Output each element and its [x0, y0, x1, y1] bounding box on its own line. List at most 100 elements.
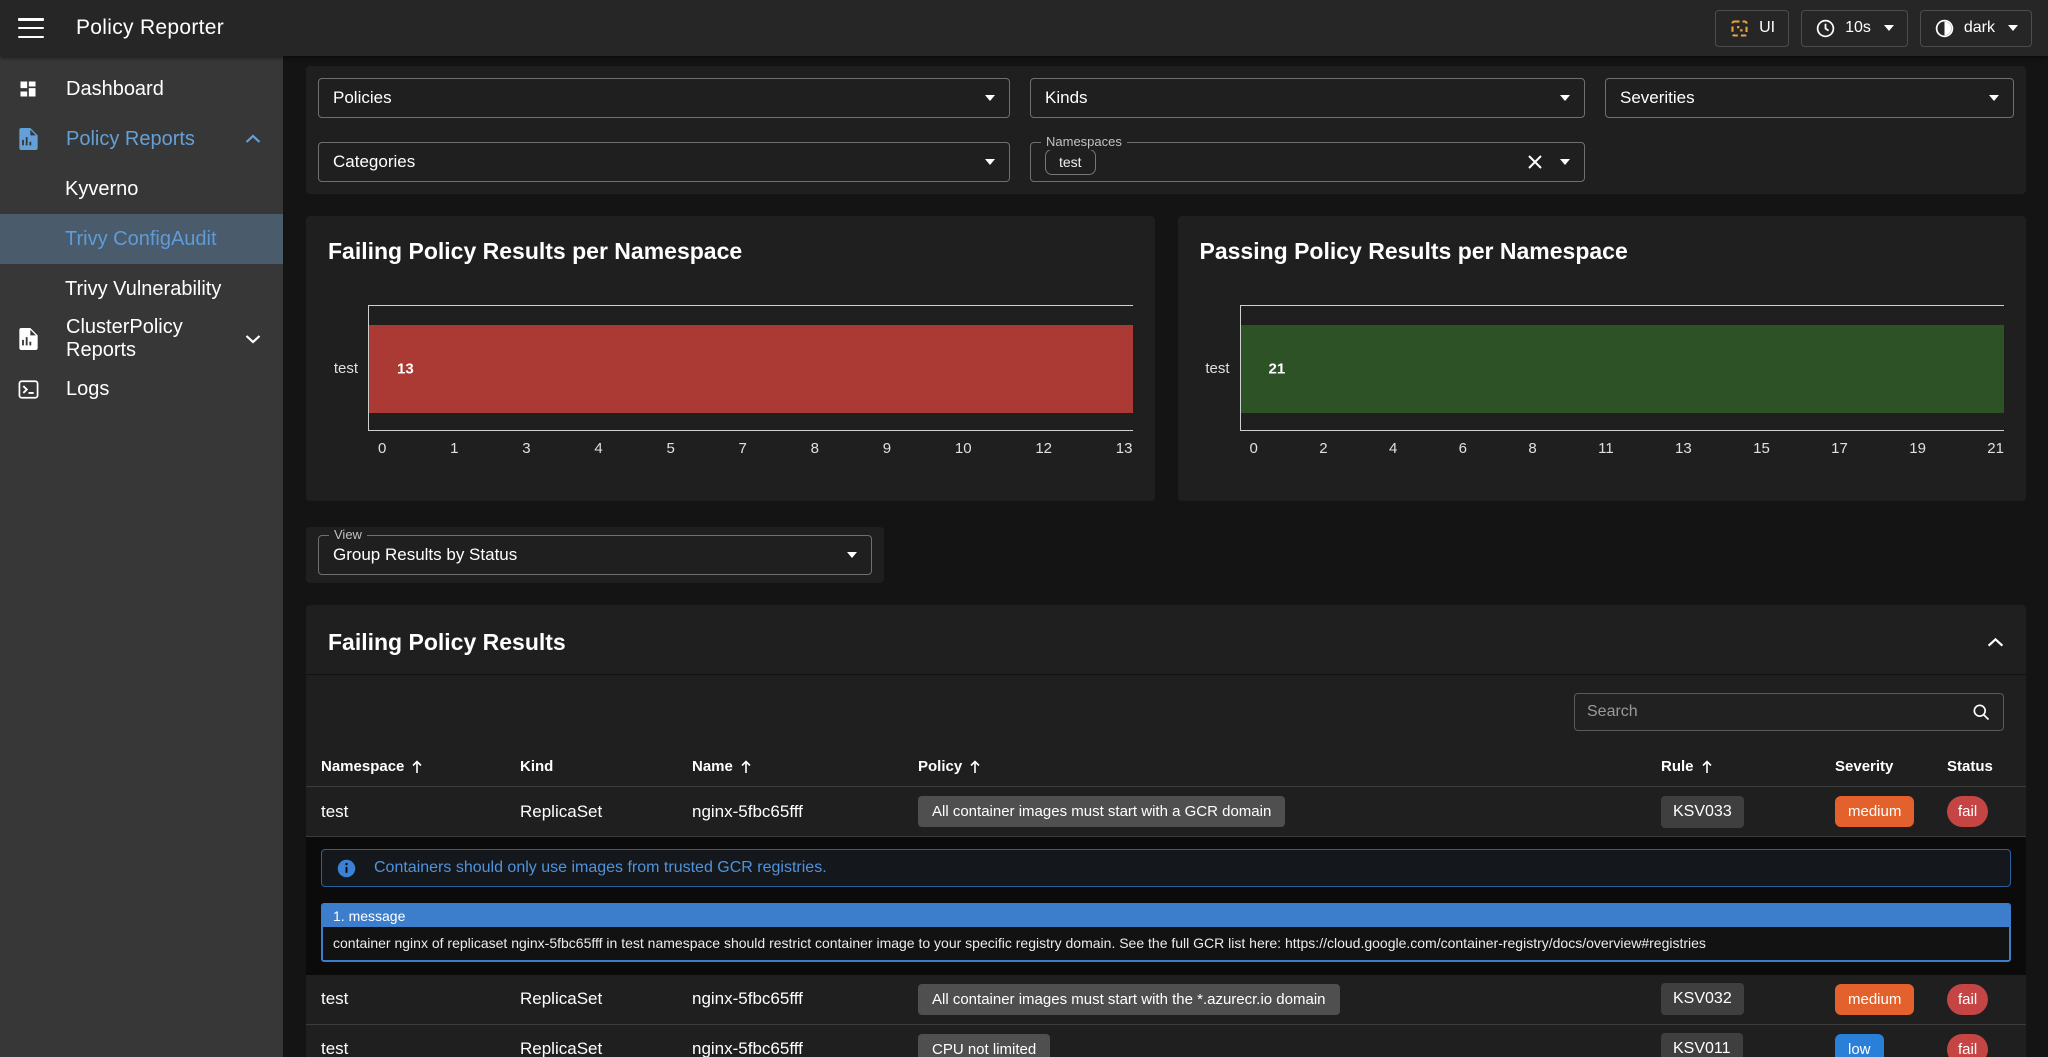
policy-description-text: Containers should only use images from t… [374, 859, 827, 877]
menu-icon[interactable] [18, 18, 44, 38]
column-header-status[interactable]: Status [1932, 758, 2026, 775]
cell-namespace: test [306, 989, 505, 1009]
sidebar-item-label: Trivy ConfigAudit [65, 228, 217, 251]
x-axis-ticks: 02 46 811 1315 1719 21 [1250, 440, 2005, 457]
namespaces-select-label: Namespaces [1041, 134, 1127, 150]
failing-bar: 13 [369, 325, 1133, 413]
kinds-select[interactable]: Kinds [1030, 78, 1585, 118]
message-panel-body: container nginx of replicaset nginx-5fbc… [323, 927, 2009, 960]
policies-select[interactable]: Policies [318, 78, 1010, 118]
status-badge: fail [1947, 1034, 1988, 1057]
sidebar-item-policy-reports[interactable]: Policy Reports [0, 114, 283, 164]
search-field [1574, 693, 2004, 731]
clock-icon [1815, 18, 1836, 39]
column-header-namespace[interactable]: Namespace [306, 758, 505, 775]
app-title: Policy Reporter [76, 16, 224, 40]
expanded-row-detail: Containers should only use images from t… [306, 837, 2026, 975]
refresh-interval-value: 10s [1845, 19, 1871, 37]
sidebar: Dashboard Policy Reports Kyverno Trivy C… [0, 56, 283, 1057]
dashboard-icon [16, 79, 40, 99]
report-file-icon [16, 328, 40, 350]
caret-down-icon [985, 95, 995, 101]
cell-kind: ReplicaSet [505, 989, 677, 1009]
ui-button-label: UI [1759, 19, 1775, 37]
message-panel: 1. message container nginx of replicaset… [321, 903, 2011, 962]
sidebar-item-trivy-vulnerability[interactable]: Trivy Vulnerability [0, 264, 283, 314]
failing-results-panel: Failing Policy Results [306, 605, 2026, 1057]
rule-chip: KSV032 [1661, 983, 1744, 1015]
column-header-name[interactable]: Name [677, 758, 903, 775]
rule-chip: KSV033 [1661, 796, 1744, 828]
sort-asc-icon [411, 760, 423, 774]
caret-down-icon [847, 552, 857, 558]
failing-chart-plot: 13 [368, 305, 1133, 431]
theme-contrast-icon [1934, 18, 1955, 39]
caret-down-icon [985, 159, 995, 165]
chart-title: Passing Policy Results per Namespace [1200, 238, 2005, 265]
y-axis-label: test [328, 305, 368, 431]
failing-chart-card: Failing Policy Results per Namespace tes… [306, 216, 1155, 501]
caret-down-icon [2008, 25, 2018, 31]
column-header-kind[interactable]: Kind [505, 758, 677, 775]
categories-select[interactable]: Categories [318, 142, 1010, 182]
kinds-select-label: Kinds [1045, 88, 1088, 108]
severity-badge: medium [1835, 984, 1914, 1015]
policies-select-label: Policies [333, 88, 392, 108]
info-icon [336, 858, 357, 879]
search-icon [1971, 702, 1991, 722]
policy-chip: CPU not limited [918, 1034, 1050, 1057]
column-header-severity[interactable]: Severity [1820, 758, 1932, 775]
table-row[interactable]: test ReplicaSet nginx-5fbc65fff All cont… [306, 787, 2026, 837]
sidebar-item-logs[interactable]: Logs [0, 364, 283, 414]
terminal-icon [16, 380, 40, 399]
ui-version-button[interactable]: UI [1715, 10, 1789, 47]
chevron-down-icon [245, 334, 261, 344]
sidebar-item-dashboard[interactable]: Dashboard [0, 64, 283, 114]
report-file-icon [16, 128, 40, 150]
sort-asc-icon [969, 760, 981, 774]
caret-down-icon [1560, 95, 1570, 101]
table-row[interactable]: test ReplicaSet nginx-5fbc65fff CPU not … [306, 1025, 2026, 1057]
clear-selection-icon[interactable] [1526, 153, 1544, 171]
sidebar-item-kyverno[interactable]: Kyverno [0, 164, 283, 214]
bar-value-label: 13 [397, 361, 414, 378]
filters-panel: Policies Kinds Severities Categories Nam… [306, 66, 2026, 194]
collapse-chevron-up-icon[interactable] [1987, 637, 2004, 648]
cell-kind: ReplicaSet [505, 802, 677, 822]
bar-value-label: 21 [1269, 361, 1286, 378]
severity-badge: low [1835, 1034, 1884, 1057]
cell-name: nginx-5fbc65fff [677, 1039, 903, 1057]
column-header-rule[interactable]: Rule [1646, 758, 1820, 775]
main-content: Policies Kinds Severities Categories Nam… [283, 56, 2048, 1057]
sort-asc-icon [1701, 760, 1713, 774]
view-panel: View Group Results by Status [306, 527, 884, 583]
sort-asc-icon [740, 760, 752, 774]
y-axis-label: test [1200, 305, 1240, 431]
search-input[interactable] [1587, 703, 1971, 721]
status-badge: fail [1947, 796, 1988, 827]
message-panel-header: 1. message [323, 905, 2009, 927]
sidebar-item-label: Policy Reports [66, 128, 195, 151]
cell-name: nginx-5fbc65fff [677, 802, 903, 822]
view-select-value: Group Results by Status [333, 545, 517, 565]
view-select[interactable]: View Group Results by Status [318, 535, 872, 575]
sidebar-item-trivy-configaudit[interactable]: Trivy ConfigAudit [0, 214, 283, 264]
severities-select[interactable]: Severities [1605, 78, 2014, 118]
policy-chip: All container images must start with a G… [918, 796, 1285, 827]
passing-chart-card: Passing Policy Results per Namespace tes… [1178, 216, 2027, 501]
caret-down-icon [1560, 159, 1570, 165]
x-axis-ticks: 01 34 57 89 1012 13 [378, 440, 1133, 457]
namespaces-select[interactable]: Namespaces test [1030, 142, 1585, 182]
column-header-policy[interactable]: Policy [903, 758, 1646, 775]
policy-chip: All container images must start with the… [918, 984, 1340, 1015]
caret-down-icon [1884, 25, 1894, 31]
table-row[interactable]: test ReplicaSet nginx-5fbc65fff All cont… [306, 975, 2026, 1025]
results-title: Failing Policy Results [328, 629, 566, 656]
sidebar-item-clusterpolicy-reports[interactable]: ClusterPolicy Reports [0, 314, 283, 364]
theme-select[interactable]: dark [1920, 10, 2032, 47]
refresh-interval-select[interactable]: 10s [1801, 10, 1908, 47]
passing-bar: 21 [1241, 325, 2005, 413]
policy-description-alert: Containers should only use images from t… [321, 849, 2011, 887]
sidebar-item-label: Logs [66, 378, 109, 401]
view-select-label: View [329, 527, 367, 543]
